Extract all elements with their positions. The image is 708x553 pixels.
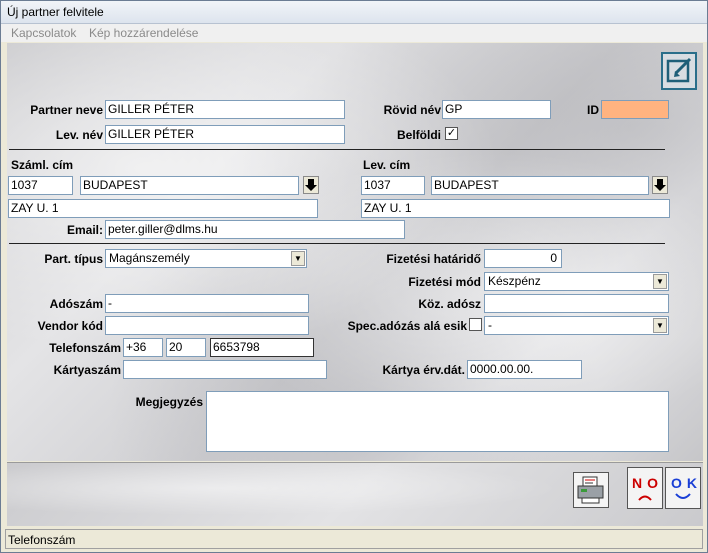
spec-adozas-checkbox[interactable] — [469, 318, 482, 331]
partner-neve-input[interactable]: GILLER PÉTER — [105, 100, 345, 119]
lev-lookup-button[interactable] — [652, 176, 668, 194]
main-window: Új partner felvitele Kapcsolatok Kép hoz… — [0, 0, 708, 553]
status-text: Telefonszám — [8, 533, 76, 547]
lev-nev-input[interactable]: GILLER PÉTER — [105, 125, 345, 144]
megjegyzes-label: Megjegyzés — [135, 395, 203, 409]
smile-face-icon — [675, 493, 691, 499]
sad-face-icon — [638, 495, 652, 501]
koz-adosz-label: Köz. adósz — [418, 297, 481, 311]
kartya-erv-input[interactable]: 0000.00.00. — [467, 360, 582, 379]
id-label: ID — [587, 103, 599, 117]
arrow-down-icon — [654, 179, 666, 191]
print-button[interactable] — [573, 472, 609, 508]
megjegyzes-textarea[interactable] — [206, 391, 669, 452]
edit-icon — [666, 57, 692, 83]
chevron-down-icon[interactable]: ▼ — [653, 274, 667, 289]
kartyaszam-input[interactable] — [123, 360, 327, 379]
lev-zip-input[interactable]: 1037 — [361, 176, 425, 195]
divider — [9, 149, 665, 150]
kartya-erv-label: Kártya érv.dát. — [382, 363, 465, 377]
spec-adozas-value: - — [488, 318, 492, 332]
fizetesi-hatarido-label: Fizetési határidő — [386, 252, 481, 266]
email-label: Email: — [66, 223, 103, 237]
menu-item-kep-hozzarendelese[interactable]: Kép hozzárendelése — [89, 26, 198, 40]
divider — [9, 243, 665, 244]
fizetesi-mod-select[interactable]: Készpénz ▼ — [484, 272, 669, 291]
lev-street-input[interactable]: ZAY U. 1 — [361, 199, 670, 218]
arrow-down-icon — [305, 179, 317, 191]
kartyaszam-label: Kártyaszám — [53, 363, 121, 377]
vendor-kod-input[interactable] — [105, 316, 309, 335]
lev-city-input[interactable]: BUDAPEST — [431, 176, 649, 195]
spec-adozas-select[interactable]: - ▼ — [484, 316, 669, 335]
window-title: Új partner felvitele — [7, 5, 104, 19]
adoszam-label: Adószám — [49, 297, 103, 311]
koz-adosz-input[interactable] — [484, 294, 669, 313]
status-bar: Telefonszám — [5, 529, 703, 549]
part-tipus-select[interactable]: Magánszemély ▼ — [105, 249, 307, 268]
spec-adozas-label: Spec.adózás alá esik — [347, 319, 467, 333]
fizetesi-mod-value: Készpénz — [488, 274, 541, 288]
telefon-area-input[interactable]: 20 — [166, 338, 206, 357]
rovid-nev-label: Rövid név — [383, 103, 441, 117]
fizetesi-hatarido-input[interactable]: 0 — [484, 249, 562, 268]
partner-neve-label: Partner neve — [30, 103, 103, 117]
lev-cim-label: Lev. cím — [363, 158, 411, 172]
szaml-city-input[interactable]: BUDAPEST — [80, 176, 299, 195]
adoszam-input[interactable]: - — [105, 294, 309, 313]
szaml-cim-label: Száml. cím — [11, 158, 74, 172]
telefonszam-label: Telefonszám — [49, 341, 121, 355]
belfoldi-checkbox[interactable]: ✓ — [445, 127, 458, 140]
email-input[interactable]: peter.giller@dlms.hu — [105, 220, 405, 239]
szaml-lookup-button[interactable] — [303, 176, 319, 194]
belfoldi-label: Belföldi — [397, 128, 441, 142]
id-input[interactable] — [601, 100, 669, 119]
title-bar: Új partner felvitele — [1, 1, 707, 24]
vendor-kod-label: Vendor kód — [37, 319, 103, 333]
edit-button[interactable] — [661, 52, 697, 90]
part-tipus-value: Magánszemély — [109, 251, 190, 265]
szaml-zip-input[interactable]: 1037 — [8, 176, 73, 195]
printer-icon — [577, 476, 604, 504]
part-tipus-label: Part. típus — [44, 252, 103, 266]
menu-item-kapcsolatok[interactable]: Kapcsolatok — [11, 26, 76, 40]
rovid-nev-input[interactable]: GP — [442, 100, 551, 119]
telefon-number-input[interactable]: 6653798 — [210, 338, 314, 357]
chevron-down-icon[interactable]: ▼ — [653, 318, 667, 333]
szaml-street-input[interactable]: ZAY U. 1 — [8, 199, 318, 218]
telefon-country-input[interactable]: +36 — [123, 338, 163, 357]
menu-bar: Kapcsolatok Kép hozzárendelése — [1, 24, 707, 42]
ok-button[interactable]: OK — [665, 467, 701, 509]
cancel-button[interactable]: NO — [627, 467, 663, 509]
lev-nev-label: Lev. név — [55, 128, 103, 142]
chevron-down-icon[interactable]: ▼ — [291, 251, 305, 266]
fizetesi-mod-label: Fizetési mód — [408, 275, 481, 289]
